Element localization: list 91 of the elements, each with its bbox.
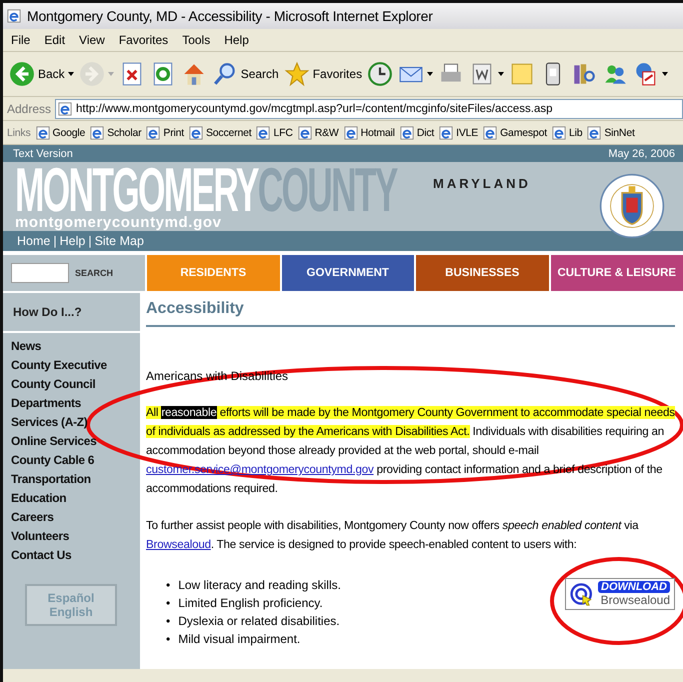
menu-item[interactable]: Edit <box>44 33 66 47</box>
page-icon[interactable] <box>552 126 566 140</box>
sidebar-link[interactable]: County Cable 6 <box>11 453 140 467</box>
caret-icon <box>427 72 434 76</box>
caret-icon <box>68 72 74 76</box>
browsealoud-link[interactable]: Browsealoud <box>146 538 211 551</box>
toolbar-button[interactable]: Back <box>9 61 74 87</box>
link-bar-item[interactable]: IVLE <box>456 126 478 138</box>
link-bar-item[interactable]: SinNet <box>604 126 635 138</box>
address-label: Address <box>7 102 52 116</box>
history-icon <box>367 61 394 87</box>
page-icon[interactable] <box>587 126 602 140</box>
download-badge[interactable]: DOWNLOAD Browsealoud <box>565 578 675 610</box>
link-bar-item[interactable]: Scholar <box>107 126 142 138</box>
note-icon <box>509 61 536 87</box>
separator-text: | <box>88 234 92 248</box>
sidebar-link[interactable]: County Council <box>11 377 140 391</box>
page-icon[interactable] <box>36 126 50 140</box>
bullet-text: • <box>166 613 170 630</box>
page-icon[interactable] <box>90 126 104 140</box>
page-icon[interactable] <box>439 126 454 140</box>
nav-tab[interactable]: GOVERNMENT <box>282 255 414 291</box>
date-text: May 26, 2006 <box>608 148 675 160</box>
state-name: MARYLAND <box>433 176 531 191</box>
link-bar-item[interactable]: LFC <box>273 126 293 138</box>
sidebar-link[interactable]: Education <box>11 491 140 505</box>
sidebar-link[interactable]: Volunteers <box>11 529 140 543</box>
sidebar-heading: How Do I...? <box>3 293 140 333</box>
product-name: Browsealoud <box>600 593 670 607</box>
download-label: DOWNLOAD <box>598 581 670 593</box>
utility-link[interactable]: Help <box>60 234 86 248</box>
separator-text: | <box>53 234 57 248</box>
sidebar-link[interactable]: Careers <box>11 510 140 524</box>
text-version-link[interactable]: Text Version <box>13 148 73 160</box>
page-icon[interactable] <box>344 126 358 140</box>
search-field[interactable] <box>11 263 69 283</box>
utility-link[interactable]: Home <box>17 234 50 248</box>
site-domain: montgomerycountymd.gov <box>15 214 223 231</box>
list-item: Low literacy and reading skills. <box>178 577 341 594</box>
links-label: Links <box>7 126 31 138</box>
caret-icon <box>498 72 504 76</box>
page-icon[interactable] <box>188 126 203 140</box>
target-icon <box>570 582 594 606</box>
toolbar-button[interactable] <box>367 61 394 87</box>
sidebar-link[interactable]: Transportation <box>11 472 140 486</box>
list-item: Mild visual impairment. <box>178 631 300 648</box>
menu-item[interactable]: View <box>79 33 105 47</box>
caret-icon <box>108 72 114 76</box>
page-icon[interactable] <box>146 126 160 140</box>
list-item: Dyslexia or related disabilities. <box>178 613 340 630</box>
caret-icon <box>662 72 668 76</box>
menu-item[interactable]: Tools <box>182 33 210 47</box>
paragraph: To further assist people with disabilities, Montgomery County now offers speech enabled content via Browsealoud. The service is designed to provide speech-enabled content to users with: <box>146 518 640 553</box>
utility-link[interactable]: Site Map <box>94 234 144 248</box>
link-bar-item[interactable]: Print <box>163 126 184 138</box>
page-icon[interactable] <box>483 126 498 140</box>
toolbar-button[interactable]: Search <box>212 61 279 87</box>
page-icon <box>58 102 72 116</box>
sidebar-link[interactable]: News <box>11 339 140 353</box>
star-icon <box>284 61 310 87</box>
banner-title: MONTGOMERY <box>15 166 258 216</box>
link-bar-item[interactable]: Soccernet <box>206 126 252 138</box>
bullet-text: • <box>166 631 170 648</box>
address-field[interactable]: http://www.montgomerycountymd.gov/mcgtmpl.asp?url=/content/mcginfo/siteFiles/access.asp <box>55 98 683 118</box>
window-title: Montgomery County, MD - Accessibility - Microsoft Internet Explorer <box>27 8 433 24</box>
link-bar-item[interactable]: Dict <box>416 126 434 138</box>
nav-tab[interactable]: BUSINESSES <box>416 255 548 291</box>
bullet-text: • <box>166 577 170 594</box>
link-bar-item[interactable]: Hotmail <box>360 126 395 138</box>
menu-item[interactable]: Favorites <box>118 33 168 47</box>
nav-tab[interactable]: CULTURE & LEISURE <box>550 255 683 291</box>
link-bar-item[interactable]: Google <box>52 126 86 138</box>
search-button[interactable]: SEARCH <box>75 268 114 278</box>
list-item: Limited English proficiency. <box>178 595 323 612</box>
link-bar-item[interactable]: R&W <box>314 126 339 138</box>
link-bar-item[interactable]: Gamespot <box>500 126 547 138</box>
toolbar-button[interactable] <box>633 61 668 87</box>
page-icon[interactable] <box>298 126 312 140</box>
sidebar-link[interactable]: Contact Us <box>11 548 140 562</box>
menu-item[interactable]: Help <box>224 33 249 47</box>
menu-item[interactable]: File <box>11 33 30 47</box>
sidebar-link[interactable]: Online Services <box>11 434 140 448</box>
toolbar-button[interactable]: Favorites <box>284 61 362 87</box>
browser-icon <box>7 9 21 23</box>
page-icon[interactable] <box>400 126 414 140</box>
link-bar-item[interactable]: Lib <box>568 126 582 138</box>
sidebar-link[interactable]: County Executive <box>11 358 140 372</box>
page-icon[interactable] <box>256 126 270 140</box>
sidebar-link[interactable]: Departments <box>11 396 140 410</box>
page-heading: Accessibility <box>146 293 675 327</box>
bullet-text: • <box>166 595 170 612</box>
